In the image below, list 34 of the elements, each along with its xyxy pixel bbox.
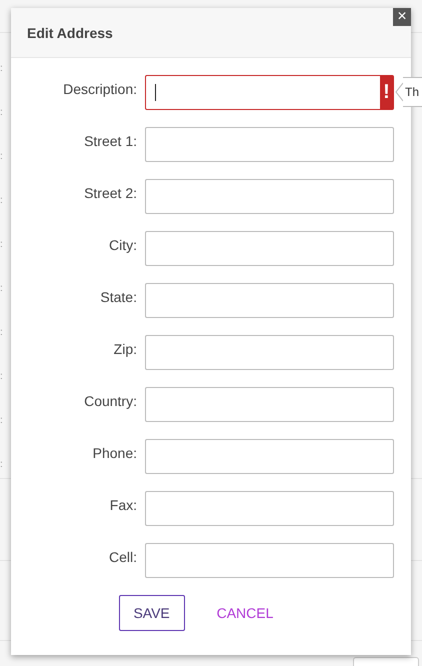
input-field[interactable]	[145, 127, 394, 162]
dialog-title: Edit Address	[27, 24, 113, 40]
input-field[interactable]	[145, 231, 394, 266]
input-field[interactable]	[145, 283, 394, 318]
input-field[interactable]	[145, 387, 394, 422]
input-field[interactable]	[145, 179, 394, 214]
save-button[interactable]: SAVE	[118, 595, 185, 631]
field-label: City:	[108, 236, 137, 253]
input-field[interactable]	[145, 543, 394, 578]
row-marker: :	[0, 108, 3, 118]
row-marker: :	[0, 284, 3, 294]
field-label: Description:	[62, 80, 137, 97]
field-label: Street 2:	[83, 184, 137, 201]
row-marker: :	[0, 460, 3, 470]
row-marker: :	[0, 240, 3, 250]
input-field[interactable]	[145, 335, 394, 370]
row-marker: :	[0, 372, 3, 382]
field-label: Country:	[83, 392, 137, 409]
input-field[interactable]	[145, 439, 394, 474]
field-label: Zip:	[112, 340, 137, 357]
field-label: Fax:	[108, 496, 137, 513]
row-marker: :	[0, 64, 3, 74]
cancel-button[interactable]: CANCEL	[212, 605, 278, 621]
error-badge: !	[380, 75, 393, 110]
row-marker: :	[0, 152, 3, 162]
close-button[interactable]: ×	[393, 8, 411, 26]
field-label: Street 1:	[83, 132, 137, 149]
field-label: Phone:	[92, 444, 137, 461]
row-marker: :	[0, 328, 3, 338]
row-marker: :	[0, 196, 3, 206]
row-marker: :	[0, 416, 3, 426]
field-label: Cell:	[108, 548, 137, 565]
input-field[interactable]	[145, 491, 394, 526]
field-label: State:	[99, 288, 137, 305]
